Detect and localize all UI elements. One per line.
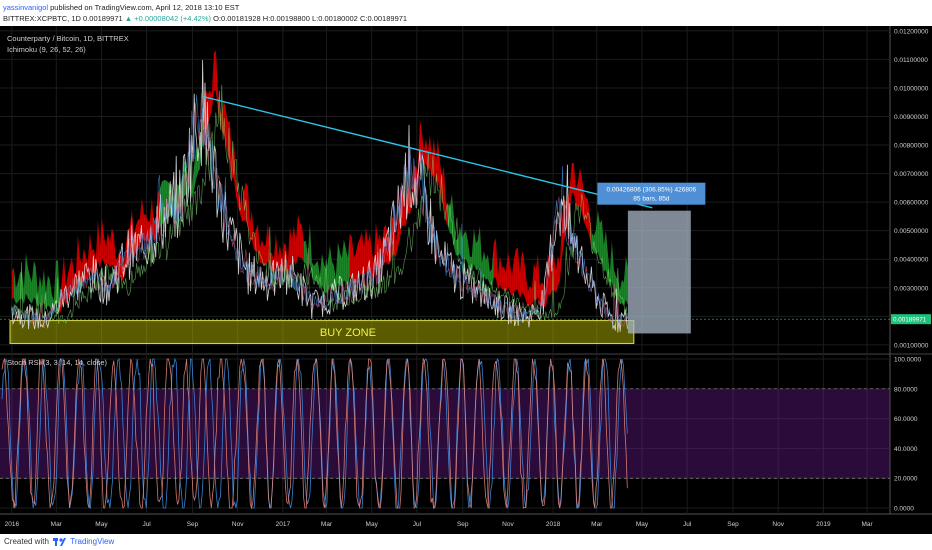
price-tick-label: 0.00900000 bbox=[894, 114, 929, 121]
time-tick-label: Mar bbox=[591, 521, 603, 528]
open-value: 0.00189971 bbox=[83, 14, 123, 23]
cloud-segment bbox=[475, 240, 478, 271]
time-tick-label: May bbox=[95, 521, 108, 528]
cloud-segment bbox=[213, 50, 216, 91]
created-with-text: Created with bbox=[4, 537, 49, 546]
cloud-segment bbox=[349, 234, 352, 278]
cloud-segment bbox=[599, 219, 602, 262]
cloud-segment bbox=[463, 230, 466, 260]
stoch-label: Stoch RSI (3, 3, 14, 14, close) bbox=[7, 358, 108, 367]
last-price-label: 0.00189971 bbox=[893, 317, 927, 324]
cloud-segment bbox=[33, 260, 36, 300]
time-tick-label: 2017 bbox=[276, 521, 291, 528]
l-value: L:0.00180002 bbox=[311, 14, 358, 23]
o-value: O:0.00181928 bbox=[213, 14, 261, 23]
author-link[interactable]: yassinvanigol bbox=[3, 3, 48, 12]
time-tick-label: Nov bbox=[232, 521, 244, 528]
ohlc-line: BITTREX:XCPBTC, 1D 0.00189971 ▲ +0.00008… bbox=[3, 13, 407, 24]
stoch-tick-label: 20.0000 bbox=[894, 476, 918, 483]
footer: Created with TradingView bbox=[0, 534, 932, 550]
price-tick-label: 0.00100000 bbox=[894, 342, 929, 349]
cloud-segment bbox=[583, 192, 586, 227]
stoch-tick-label: 80.0000 bbox=[894, 386, 918, 393]
tradingview-logo-icon bbox=[53, 538, 67, 547]
price-tick-label: 0.00800000 bbox=[894, 143, 929, 150]
time-tick-label: Jul bbox=[142, 521, 151, 528]
cloud-segment bbox=[299, 222, 302, 258]
chart-header: yassinvanigol published on TradingView.c… bbox=[0, 0, 932, 26]
cloud-segment bbox=[501, 266, 504, 290]
time-tick-label: May bbox=[636, 521, 649, 528]
cloud-segment bbox=[515, 247, 518, 290]
time-tick-label: Nov bbox=[502, 521, 514, 528]
change-value: +0.00008042 (+4.42%) bbox=[134, 14, 212, 23]
price-tick-label: 0.00700000 bbox=[894, 171, 929, 178]
time-tick-label: Sep bbox=[457, 521, 469, 528]
tradingview-link[interactable]: TradingView bbox=[70, 537, 114, 546]
price-tick-label: 0.00600000 bbox=[894, 200, 929, 207]
price-tick-label: 0.01100000 bbox=[894, 57, 928, 64]
time-tick-label: Jul bbox=[413, 521, 422, 528]
buy-zone-label: BUY ZONE bbox=[320, 327, 376, 339]
cloud-segment bbox=[111, 228, 114, 268]
chart-title: Counterparty / Bitcoin, 1D, BITTREX bbox=[7, 34, 129, 43]
cloud-segment bbox=[353, 253, 356, 284]
stoch-tick-label: 40.0000 bbox=[894, 446, 918, 453]
up-arrow-icon: ▲ bbox=[124, 14, 133, 23]
cloud-segment bbox=[521, 250, 524, 295]
price-tick-label: 0.01200000 bbox=[894, 28, 929, 35]
stoch-tick-label: 100.0000 bbox=[894, 356, 921, 363]
publish-line: yassinvanigol published on TradingView.c… bbox=[3, 2, 239, 13]
time-tick-label: Nov bbox=[772, 521, 784, 528]
ichimoku-label: Ichimoku (9, 26, 52, 26) bbox=[7, 45, 86, 54]
price-tick-label: 0.00400000 bbox=[894, 257, 929, 264]
time-tick-label: 2019 bbox=[816, 521, 831, 528]
publish-info: published on TradingView.com, April 12, … bbox=[50, 3, 240, 12]
measure-label-line1: 0.00426806 (306.85%) 426806 bbox=[607, 187, 697, 194]
cloud-segment bbox=[359, 231, 362, 276]
time-tick-label: Mar bbox=[861, 521, 873, 528]
stoch-tick-label: 0.0000 bbox=[894, 506, 914, 513]
measure-label-line2: 85 bars, 85d bbox=[633, 196, 670, 203]
time-tick-label: Jul bbox=[683, 521, 692, 528]
time-tick-label: May bbox=[366, 521, 379, 528]
cloud-segment bbox=[11, 267, 14, 299]
time-tick-label: Sep bbox=[187, 521, 199, 528]
price-tick-label: 0.01000000 bbox=[894, 85, 929, 92]
cloud-segment bbox=[303, 240, 306, 265]
time-tick-label: 2016 bbox=[5, 521, 20, 528]
time-tick-label: Mar bbox=[321, 521, 333, 528]
cloud-segment bbox=[263, 244, 266, 266]
cloud-segment bbox=[493, 238, 496, 278]
time-tick-label: Sep bbox=[727, 521, 739, 528]
price-tick-label: 0.00300000 bbox=[894, 285, 929, 292]
symbol-label: BITTREX:XCPBTC, 1D bbox=[3, 14, 81, 23]
c-value: C:0.00189971 bbox=[359, 14, 408, 23]
h-value: H:0.00198800 bbox=[262, 14, 310, 23]
chart-canvas[interactable]: BUY ZONE 0.00426806 (306.85%) 426806 85 ba… bbox=[0, 26, 932, 534]
stoch-tick-label: 60.0000 bbox=[894, 416, 918, 423]
time-tick-label: 2018 bbox=[546, 521, 561, 528]
measure-box bbox=[627, 210, 691, 334]
cloud-segment bbox=[315, 261, 318, 283]
time-tick-label: Mar bbox=[51, 521, 63, 528]
cloud-segment bbox=[47, 275, 50, 308]
price-tick-label: 0.00500000 bbox=[894, 228, 929, 235]
